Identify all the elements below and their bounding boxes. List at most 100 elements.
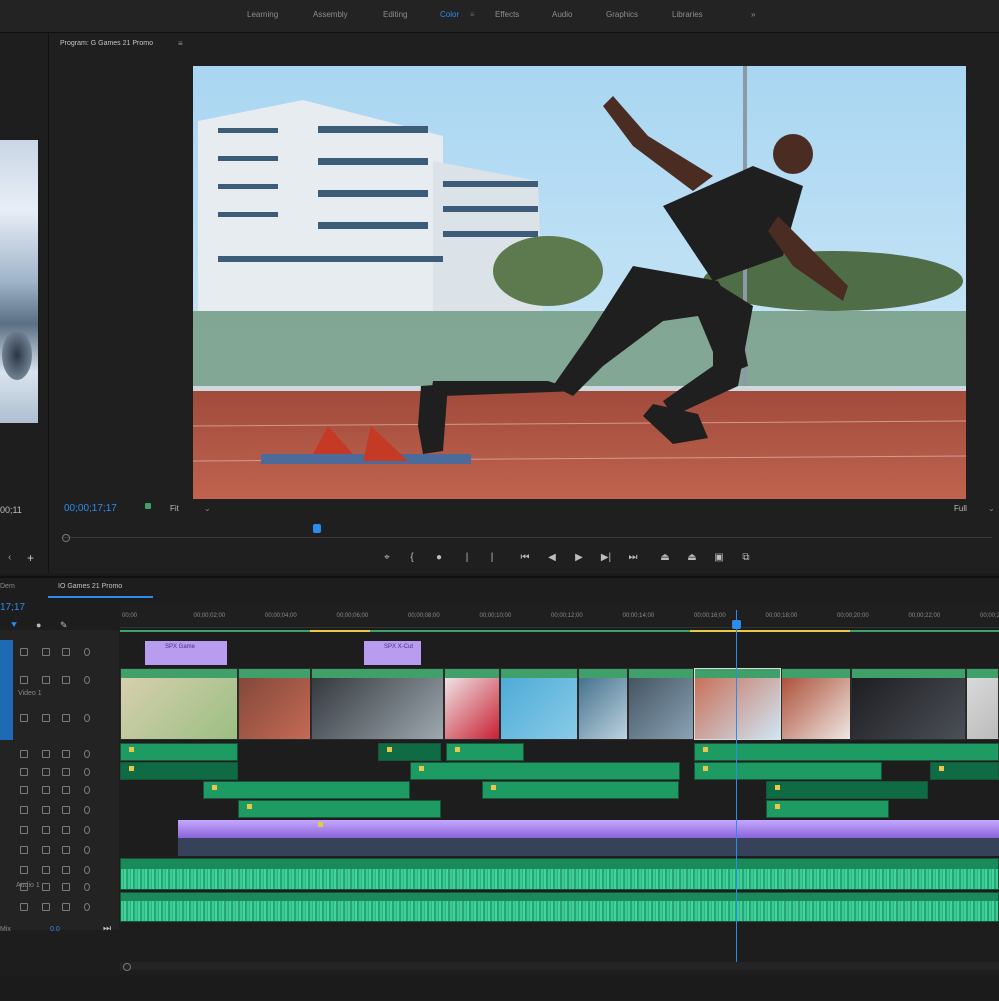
workspace-more-icon[interactable]: »: [751, 10, 755, 19]
audio-clip[interactable]: [930, 762, 999, 780]
audio-clip[interactable]: [203, 781, 410, 799]
video-clip[interactable]: [694, 668, 781, 740]
marker-icon[interactable]: [145, 503, 151, 509]
audio-clip[interactable]: [482, 781, 679, 799]
track-lock-icon[interactable]: [20, 786, 28, 794]
mark-in-icon[interactable]: {: [405, 551, 419, 565]
track-mic-icon[interactable]: [84, 846, 90, 854]
track-sync-icon[interactable]: [42, 866, 50, 874]
video-clip[interactable]: [628, 668, 694, 740]
track-mute-icon[interactable]: [62, 846, 70, 854]
timeline-playhead-line[interactable]: [736, 610, 737, 965]
program-monitor-tab[interactable]: Program: G Games 21 Promo: [60, 40, 153, 47]
fit-dropdown[interactable]: Fit: [170, 504, 179, 513]
settings-wrench-icon[interactable]: ⌄: [988, 504, 995, 513]
workspace-tab-audio[interactable]: Audio: [552, 10, 572, 19]
program-timecode[interactable]: 00;00;17;17: [64, 503, 117, 514]
mix-volume-value[interactable]: 0.0: [50, 926, 60, 933]
extract-icon[interactable]: ⏏: [685, 551, 699, 565]
track-lock-icon[interactable]: [20, 714, 28, 722]
track-mic-icon[interactable]: [84, 883, 90, 891]
audio-clip[interactable]: [694, 762, 882, 780]
video-clip[interactable]: [851, 668, 966, 740]
work-area-bar[interactable]: [120, 630, 999, 632]
track-mic-icon[interactable]: [84, 806, 90, 814]
track-lock-icon[interactable]: [20, 846, 28, 854]
workspace-tab-libraries[interactable]: Libraries: [672, 10, 703, 19]
video-clip[interactable]: [238, 668, 311, 740]
track-mic-icon[interactable]: [84, 648, 90, 656]
track-mic-icon[interactable]: [84, 866, 90, 874]
workspace-tab-color[interactable]: Color: [440, 10, 459, 19]
track-mic-icon[interactable]: [84, 903, 90, 911]
track-mute-icon[interactable]: [62, 676, 70, 684]
audio-clip[interactable]: [120, 762, 238, 780]
title-clip-1[interactable]: SPX Game: [145, 641, 227, 665]
track-lock-icon[interactable]: [20, 648, 28, 656]
audio-clip[interactable]: [766, 800, 889, 818]
source-back-icon[interactable]: ‹: [8, 552, 11, 563]
track-mic-icon[interactable]: [84, 676, 90, 684]
step-back-icon[interactable]: ◀: [545, 551, 559, 565]
track-sync-icon[interactable]: [42, 750, 50, 758]
track-mic-icon[interactable]: [84, 714, 90, 722]
track-mute-icon[interactable]: [62, 714, 70, 722]
audio-clip[interactable]: [694, 743, 999, 761]
track-mute-icon[interactable]: [62, 903, 70, 911]
audio-clip[interactable]: [120, 743, 238, 761]
go-to-out-icon[interactable]: |: [485, 551, 499, 565]
track-mic-icon[interactable]: [84, 750, 90, 758]
track-mic-icon[interactable]: [84, 786, 90, 794]
audio-clip[interactable]: [446, 743, 524, 761]
go-to-in-icon[interactable]: |: [460, 551, 474, 565]
add-marker-icon[interactable]: ⌖: [380, 551, 394, 565]
music-audio-clip-2[interactable]: [120, 892, 999, 922]
title-clip-2[interactable]: SPX X-Cut: [364, 641, 421, 665]
nested-track-clip[interactable]: [178, 838, 999, 856]
track-sync-icon[interactable]: [42, 883, 50, 891]
track-mute-icon[interactable]: [62, 786, 70, 794]
video-clip[interactable]: [120, 668, 238, 740]
track-mute-icon[interactable]: [62, 648, 70, 656]
track-lock-icon[interactable]: [20, 826, 28, 834]
audio-clip[interactable]: [766, 781, 928, 799]
step-back-start-icon[interactable]: ⏮: [518, 551, 532, 565]
compare-view-icon[interactable]: ⧉: [739, 551, 753, 565]
video-clip[interactable]: [444, 668, 500, 740]
timeline-playhead-handle[interactable]: [732, 620, 741, 629]
sequence-tab[interactable]: IO Games 21 Promo: [48, 580, 153, 598]
timeline-timecode[interactable]: 17;17: [0, 602, 25, 613]
workspace-tab-graphics[interactable]: Graphics: [606, 10, 638, 19]
track-mute-icon[interactable]: [62, 806, 70, 814]
track-sync-icon[interactable]: [42, 903, 50, 911]
track-sync-icon[interactable]: [42, 846, 50, 854]
video-clip[interactable]: [311, 668, 444, 740]
play-icon[interactable]: ▶: [572, 551, 586, 565]
track-mute-icon[interactable]: [62, 883, 70, 891]
track-mic-icon[interactable]: [84, 826, 90, 834]
step-forward-icon[interactable]: ▶|: [599, 551, 613, 565]
track-lock-icon[interactable]: [20, 883, 28, 891]
track-target-v1[interactable]: [0, 640, 13, 740]
track-sync-icon[interactable]: [42, 714, 50, 722]
track-lock-icon[interactable]: [20, 866, 28, 874]
track-mute-icon[interactable]: [62, 750, 70, 758]
lift-icon[interactable]: ⏏: [658, 551, 672, 565]
workspace-tab-assembly[interactable]: Assembly: [313, 10, 348, 19]
export-frame-icon[interactable]: ▣: [712, 551, 726, 565]
track-lock-icon[interactable]: [20, 903, 28, 911]
track-lock-icon[interactable]: [20, 806, 28, 814]
track-sync-icon[interactable]: [42, 648, 50, 656]
audio-clip[interactable]: [238, 800, 441, 818]
track-mute-icon[interactable]: [62, 768, 70, 776]
audio-clip[interactable]: [378, 743, 441, 761]
track-mute-icon[interactable]: [62, 866, 70, 874]
step-forward-end-icon[interactable]: ⏭: [626, 551, 640, 565]
video-clip[interactable]: [500, 668, 578, 740]
track-lock-icon[interactable]: [20, 676, 28, 684]
video-clip[interactable]: [781, 668, 851, 740]
track-sync-icon[interactable]: [42, 786, 50, 794]
program-playhead[interactable]: [313, 524, 322, 533]
track-mute-icon[interactable]: [62, 826, 70, 834]
add-icon[interactable]: +: [27, 551, 34, 565]
